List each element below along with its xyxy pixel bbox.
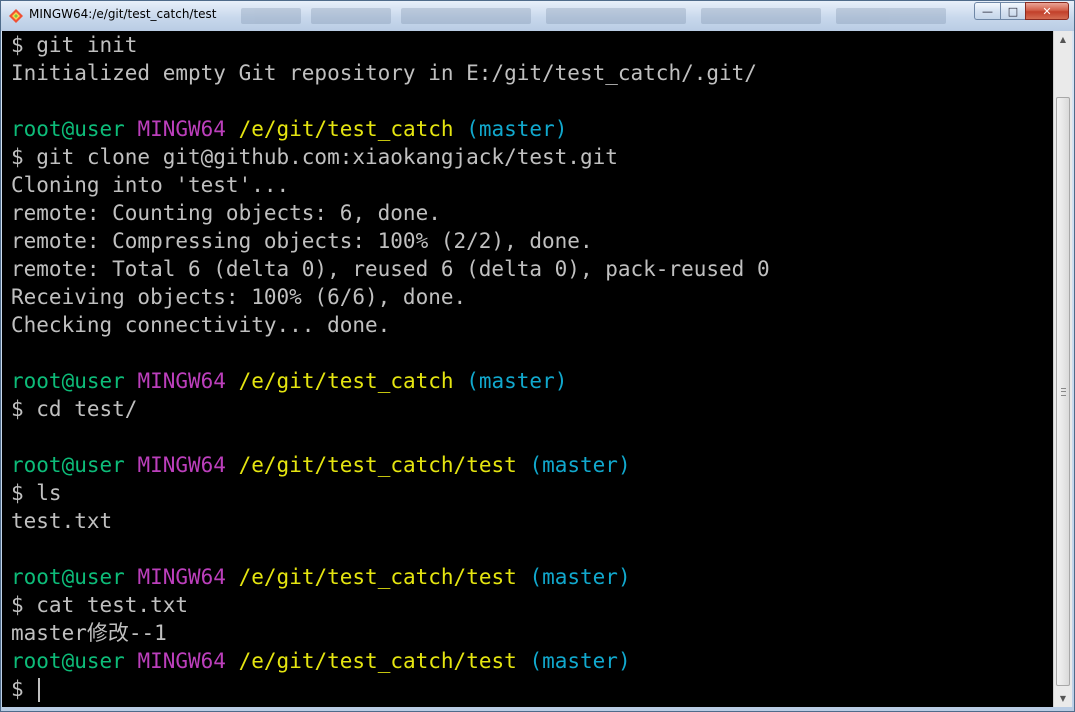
terminal-line: test.txt [11,509,113,533]
prompt-system: MINGW64 [137,565,226,589]
close-button[interactable]: ✕ [1025,2,1069,20]
grip-icon [1061,388,1066,396]
prompt-line: root@user MINGW64 /e/git/test_catch (mas… [2,115,1053,143]
terminal-line: $ ls [11,481,62,505]
ghost-tab [311,8,391,24]
prompt-line: root@user MINGW64 /e/git/test_catch/test… [2,647,1053,675]
terminal-line: Receiving objects: 100% (6/6), done. [11,285,467,309]
prompt-user: root@user [11,453,125,477]
prompt-path: /e/git/test_catch [238,117,454,141]
git-bash-icon [9,9,23,23]
text-cursor [38,678,41,702]
input-line[interactable]: $ [2,675,1053,703]
down-arrow-icon: ▼ [1059,694,1067,703]
terminal-line: Initialized empty Git repository in E:/g… [11,61,757,85]
ghost-tab [546,8,686,24]
terminal-line: master修改--1 [11,621,167,645]
close-icon: ✕ [1042,4,1052,18]
prompt-user: root@user [11,117,125,141]
prompt-system: MINGW64 [137,117,226,141]
ghost-tab [836,8,946,24]
background-taskbar-ghost [241,8,961,24]
terminal-line: $ git clone git@github.com:xiaokangjack/… [11,145,618,169]
prompt-user: root@user [11,565,125,589]
prompt-system: MINGW64 [137,369,226,393]
minimize-icon: — [982,4,993,18]
title-bar[interactable]: MINGW64:/e/git/test_catch/test — □ ✕ [1,1,1074,31]
prompt-line: root@user MINGW64 /e/git/test_catch (mas… [2,367,1053,395]
terminal-line: remote: Total 6 (delta 0), reused 6 (del… [11,257,770,281]
up-arrow-icon: ▲ [1059,35,1067,44]
prompt-branch: (master) [466,369,568,393]
terminal-line: Cloning into 'test'... [11,173,290,197]
terminal-line: remote: Compressing objects: 100% (2/2),… [11,229,593,253]
scroll-down-button[interactable]: ▼ [1054,690,1072,707]
terminal-line: Checking connectivity... done. [11,313,391,337]
scrollbar-thumb[interactable] [1056,97,1070,686]
ghost-tab [241,8,301,24]
terminal-line: $ cd test/ [11,397,138,421]
prompt-branch: (master) [529,453,631,477]
vertical-scrollbar[interactable]: ▲ ▼ [1053,31,1072,707]
terminal-line: $ git init [11,33,138,57]
prompt-branch: (master) [466,117,568,141]
terminal-line: $ cat test.txt [11,593,189,617]
prompt-line: root@user MINGW64 /e/git/test_catch/test… [2,451,1053,479]
minimize-button[interactable]: — [974,2,1000,20]
scroll-up-button[interactable]: ▲ [1054,31,1072,48]
window-bottom-border [1,707,1074,711]
terminal-output[interactable]: $ git init Initialized empty Git reposit… [2,31,1053,707]
prompt-path: /e/git/test_catch/test [238,453,517,477]
prompt-path: /e/git/test_catch [238,369,454,393]
prompt-branch: (master) [529,565,631,589]
prompt-system: MINGW64 [137,453,226,477]
prompt-user: root@user [11,649,125,673]
terminal-window: MINGW64:/e/git/test_catch/test — □ ✕ $ g… [0,0,1075,712]
ghost-tab [401,8,531,24]
terminal-line: remote: Counting objects: 6, done. [11,201,441,225]
prompt-path: /e/git/test_catch/test [238,565,517,589]
prompt-user: root@user [11,369,125,393]
window-title: MINGW64:/e/git/test_catch/test [29,7,217,21]
window-controls: — □ ✕ [974,2,1069,21]
ghost-tab [701,8,821,24]
prompt-system: MINGW64 [137,649,226,673]
maximize-icon: □ [1007,4,1019,18]
prompt-line: root@user MINGW64 /e/git/test_catch/test… [2,563,1053,591]
prompt-branch: (master) [529,649,631,673]
prompt-path: /e/git/test_catch/test [238,649,517,673]
terminal-line: $ [11,677,37,701]
maximize-button[interactable]: □ [1000,2,1025,20]
